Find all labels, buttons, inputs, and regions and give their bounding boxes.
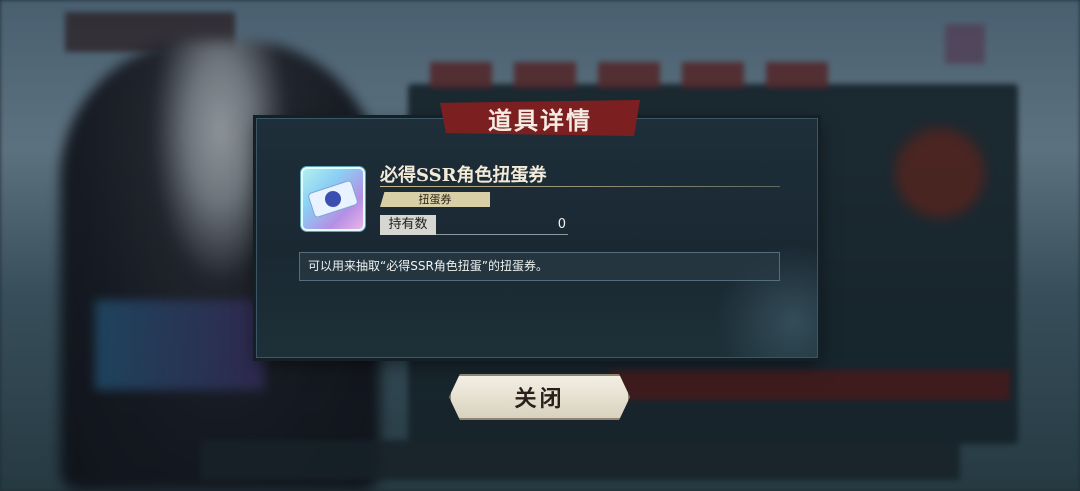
- close-button[interactable]: 关闭: [449, 374, 630, 420]
- close-button-label: 关闭: [514, 386, 565, 412]
- dialog-title: 道具详情: [488, 105, 592, 135]
- hold-count-label: 持有数: [380, 215, 436, 235]
- item-detail-dialog: [256, 118, 818, 358]
- item-name: 必得SSR角色扭蛋券: [380, 165, 547, 186]
- dialog-title-banner: 道具详情: [440, 100, 640, 136]
- item-name-divider: [380, 186, 780, 187]
- gacha-ticket-icon: [301, 167, 365, 231]
- item-category-tag: 扭蛋券: [380, 192, 490, 207]
- hold-count-value: 0: [436, 215, 568, 235]
- ticket-shape: [308, 180, 358, 218]
- item-description: 可以用来抽取“必得SSR角色扭蛋”的扭蛋券。: [299, 252, 780, 281]
